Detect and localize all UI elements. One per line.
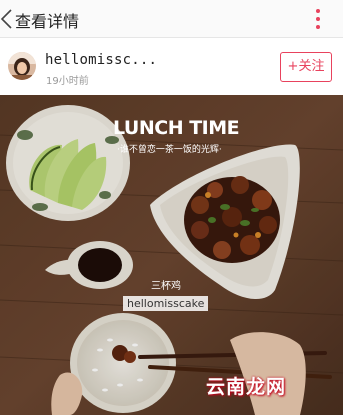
- author-name[interactable]: hellomissc...: [45, 52, 157, 68]
- photo-title-text: LUNCH TIME: [113, 117, 240, 139]
- more-options-button[interactable]: [313, 7, 323, 31]
- post-time: 19小时前: [46, 76, 89, 87]
- photo-subtitle-text: ·谁不曾恋一茶一饭的光辉·: [117, 145, 222, 155]
- photo-handle-tag: hellomisscake: [123, 296, 209, 311]
- avatar-image: [8, 52, 36, 80]
- dish-name-label: 三杯鸡: [151, 281, 181, 292]
- follow-button[interactable]: +关注: [280, 52, 332, 82]
- more-vertical-icon: [313, 9, 323, 29]
- author-bar: hellomissc... 19小时前 +关注: [0, 38, 343, 95]
- site-watermark: 云南龙网: [206, 376, 287, 398]
- top-navigation-bar: 查看详情: [0, 0, 343, 38]
- avatar[interactable]: [8, 52, 36, 80]
- page-title: 查看详情: [15, 12, 80, 31]
